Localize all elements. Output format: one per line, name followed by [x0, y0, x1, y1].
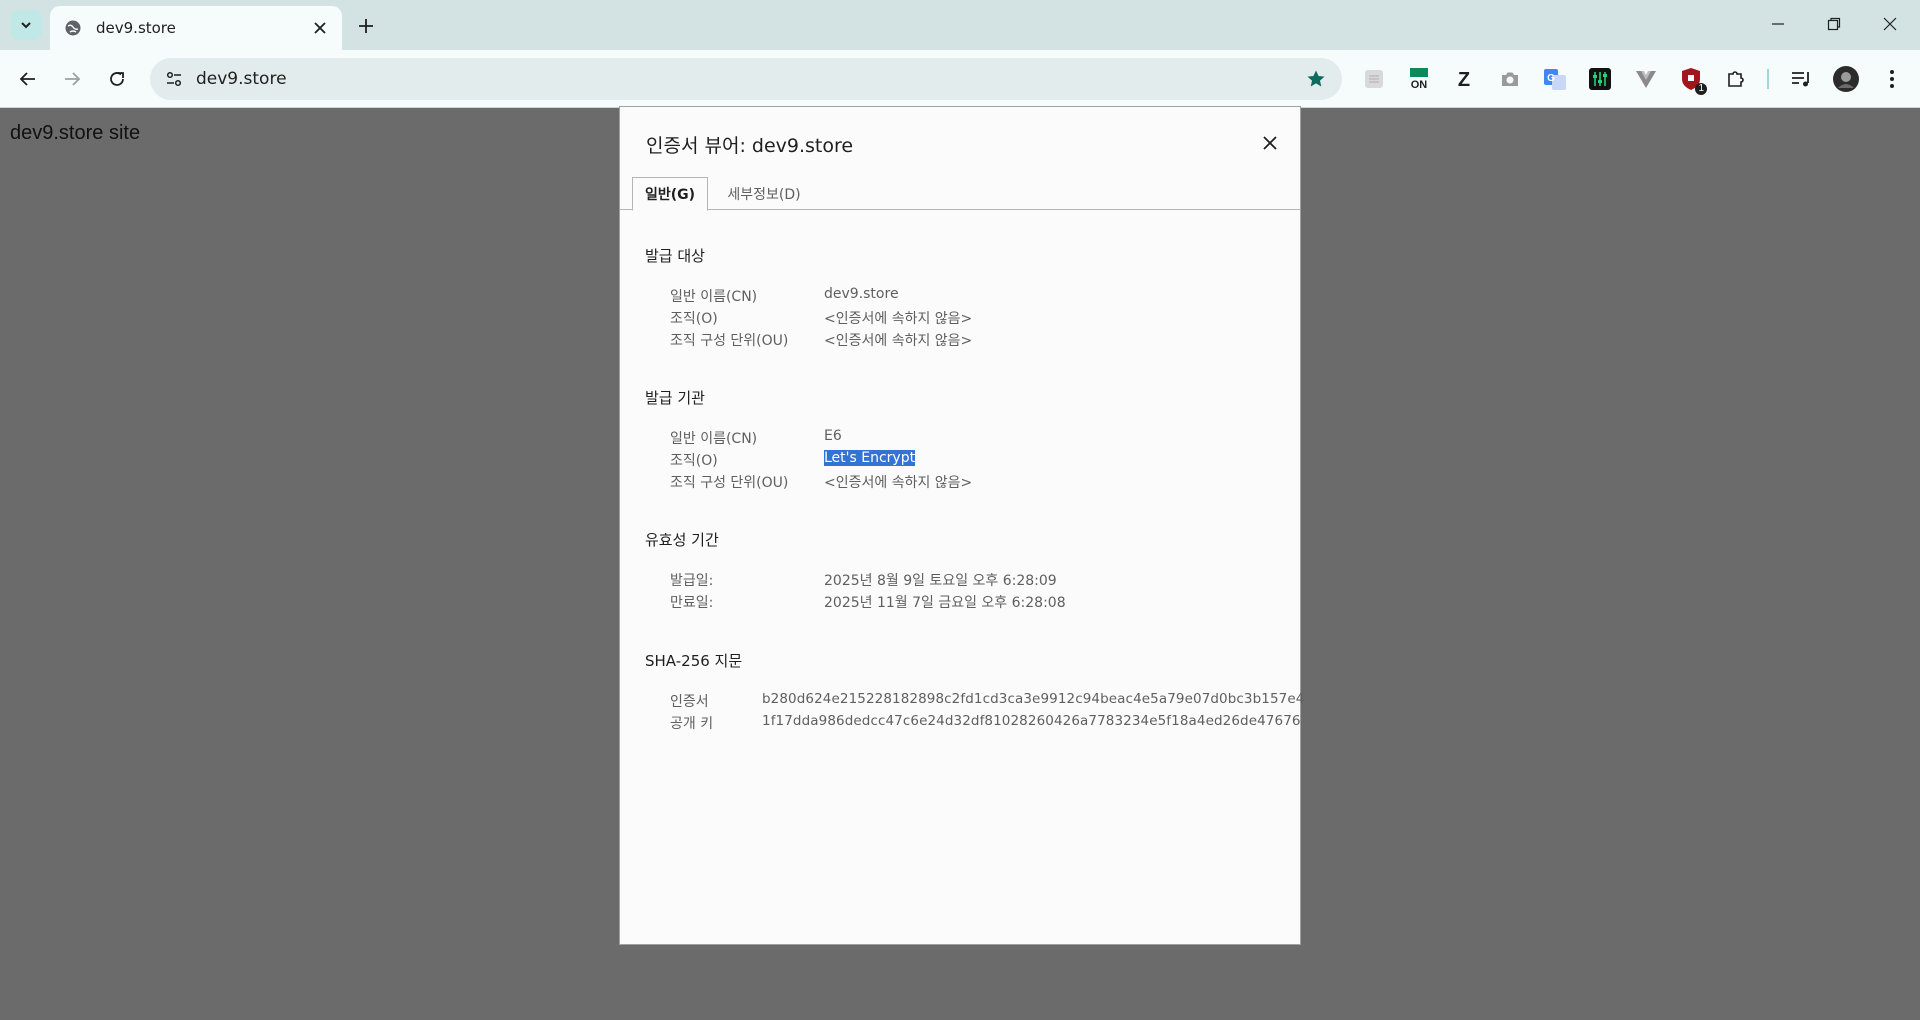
selected-field-value[interactable]: Let's Encrypt [824, 450, 916, 466]
address-bar[interactable]: dev9.store [150, 58, 1342, 100]
field-value: 1f17dda986dedcc47c6e24d32df81028260426a7… [762, 713, 1301, 729]
camera-extension-icon[interactable] [1496, 65, 1524, 93]
restore-button[interactable] [1806, 0, 1862, 48]
menu-button[interactable] [1878, 65, 1906, 93]
arrow-right-icon [65, 72, 81, 86]
plus-icon [359, 19, 373, 33]
field-value: E6 [824, 428, 842, 444]
puzzle-extensions-icon[interactable] [1722, 65, 1750, 93]
bookmark-star-icon[interactable] [1304, 67, 1328, 91]
shield-extension-icon[interactable]: 1 [1677, 65, 1707, 95]
site-info-icon[interactable] [162, 67, 186, 91]
translate-extension-icon[interactable]: G [1541, 65, 1569, 93]
field-label: 공개 키 [670, 716, 714, 732]
tab-general[interactable]: 일반(G) [632, 177, 708, 211]
page-body-text: dev9.store site [10, 122, 141, 144]
close-icon [1883, 17, 1897, 31]
on-extension-icon[interactable]: ON [1405, 65, 1433, 93]
tab-close-button[interactable] [308, 16, 332, 40]
dialog-title: 인증서 뷰어: dev9.store [646, 135, 854, 157]
equalizer-extension-icon[interactable] [1586, 65, 1614, 93]
more-vertical-icon [1890, 70, 1894, 88]
field-value: 2025년 11월 7일 금요일 오후 6:28:08 [824, 595, 1066, 611]
back-button[interactable] [12, 63, 44, 95]
browser-tab[interactable]: dev9.store [50, 6, 342, 50]
z-extension-icon[interactable]: Z [1450, 65, 1478, 93]
vue-extension-icon[interactable] [1632, 65, 1660, 93]
field-label: 발급일: [670, 573, 714, 589]
chevron-down-icon [21, 22, 31, 29]
dialog-tabs: 일반(G) 세부정보(D) [620, 177, 1300, 211]
field-label: 일반 이름(CN) [670, 431, 758, 447]
extension-badge: 1 [1695, 83, 1707, 95]
field-value: <인증서에 속하지 않음> [824, 311, 973, 327]
certificate-viewer-dialog: 인증서 뷰어: dev9.store 일반(G) 세부정보(D) 발급 대상 일… [619, 106, 1305, 945]
field-value: b280d624e215228182898c2fd1cd3ca3e9912c94… [762, 691, 1305, 707]
issued-by-heading: 발급 기관 [645, 389, 705, 407]
tab-strip: dev9.store [0, 0, 1920, 50]
close-icon [314, 22, 326, 34]
field-label: 일반 이름(CN) [670, 289, 758, 305]
browser-toolbar: dev9.store ON Z G 1 [0, 50, 1920, 108]
arrow-left-icon [19, 72, 35, 86]
field-label: 조직(O) [670, 453, 718, 469]
globe-icon [64, 19, 82, 37]
forward-button[interactable] [56, 63, 88, 95]
profile-avatar[interactable] [1832, 65, 1860, 93]
field-label: 인증서 [670, 694, 709, 710]
reload-button[interactable] [101, 63, 133, 95]
field-label: 조직(O) [670, 311, 718, 327]
field-value: dev9.store [824, 286, 899, 302]
fingerprint-heading: SHA-256 지문 [645, 652, 743, 670]
field-label: 만료일: [670, 595, 714, 611]
toolbar-divider [1767, 69, 1769, 89]
tab-title: dev9.store [96, 19, 176, 37]
field-label: 조직 구성 단위(OU) [670, 475, 789, 491]
field-value: 2025년 8월 9일 토요일 오후 6:28:09 [824, 573, 1057, 589]
reload-icon [110, 72, 124, 86]
validity-heading: 유효성 기간 [645, 531, 719, 549]
svg-text:Z: Z [1458, 69, 1470, 91]
close-window-button[interactable] [1862, 0, 1918, 48]
field-value: <인증서에 속하지 않음> [824, 475, 973, 491]
minimize-icon [1772, 23, 1784, 25]
url-text[interactable]: dev9.store [196, 69, 287, 89]
dialog-close-button[interactable] [1258, 131, 1282, 155]
close-icon [1263, 136, 1277, 150]
media-controls-icon[interactable] [1787, 65, 1815, 93]
svg-text:G: G [1547, 73, 1555, 84]
minimize-button[interactable] [1750, 0, 1806, 48]
tab-details[interactable]: 세부정보(D) [716, 177, 812, 210]
tab-search-button[interactable] [10, 10, 42, 40]
field-value: <인증서에 속하지 않음> [824, 333, 973, 349]
field-label: 조직 구성 단위(OU) [670, 333, 789, 349]
issued-to-heading: 발급 대상 [645, 247, 705, 265]
svg-text:ON: ON [1411, 79, 1428, 91]
restore-icon [1827, 17, 1841, 31]
grid-extension-icon[interactable] [1360, 65, 1388, 93]
new-tab-button[interactable] [352, 12, 380, 40]
